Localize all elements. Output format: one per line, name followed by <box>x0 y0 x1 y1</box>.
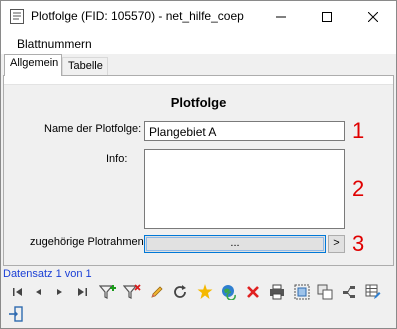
plotrahmen-label: zugehörige Plotrahmen: <box>30 236 147 248</box>
info-label: Info: <box>106 153 128 165</box>
next-record-icon[interactable] <box>51 283 69 301</box>
tab-allgemein[interactable]: Allgemein <box>4 54 62 76</box>
copy-icon[interactable] <box>316 283 334 301</box>
tab-tabelle[interactable]: Tabelle <box>62 57 108 76</box>
tab-strip: Allgemein Tabelle <box>1 54 396 76</box>
title-bar[interactable]: Plotfolge (FID: 105570) - net_hilfe_coep <box>1 1 396 32</box>
focus-ring <box>146 237 324 251</box>
plotrahmen-select-button[interactable]: ... <box>144 235 326 253</box>
dialog-window: Plotfolge (FID: 105570) - net_hilfe_coep… <box>0 0 397 329</box>
edit-pencil-icon[interactable] <box>148 283 166 301</box>
annotation-1: 1 <box>352 118 365 143</box>
table-edit-icon[interactable] <box>364 283 382 301</box>
plotrahmen-open-button[interactable]: > <box>328 235 345 253</box>
select-frame-icon[interactable] <box>293 283 311 301</box>
navigation-toolbar <box>3 281 394 303</box>
maximize-icon <box>322 11 332 22</box>
add-filter-icon[interactable] <box>99 283 117 301</box>
last-record-icon[interactable] <box>73 283 91 301</box>
form-heading: Plotfolge <box>170 95 227 110</box>
name-label: Name der Plotfolge: <box>44 123 142 135</box>
minimize-button[interactable] <box>258 1 304 32</box>
form-area: Plotfolge Name der Plotfolge: Plangebiet… <box>4 84 393 265</box>
remove-filter-icon[interactable] <box>123 283 141 301</box>
record-status: Datensatz 1 von 1 <box>3 268 92 280</box>
annotation-3: 3 <box>352 231 365 256</box>
new-record-icon[interactable] <box>196 283 214 301</box>
menu-bar: Blattnummern <box>1 32 396 54</box>
menu-item-blattnummern[interactable]: Blattnummern <box>17 37 92 51</box>
annotation-2: 2 <box>352 176 365 201</box>
minimize-icon <box>276 16 286 17</box>
refresh-icon[interactable] <box>171 283 189 301</box>
maximize-button[interactable] <box>304 1 350 32</box>
globe-refresh-icon[interactable] <box>220 283 238 301</box>
close-icon <box>368 11 378 22</box>
first-record-icon[interactable] <box>9 283 27 301</box>
info-textarea[interactable] <box>144 149 345 229</box>
secondary-toolbar <box>3 303 394 325</box>
print-icon[interactable] <box>268 283 286 301</box>
form-app-icon <box>10 9 24 24</box>
close-button[interactable] <box>350 1 396 32</box>
tab-panel: Plotfolge Name der Plotfolge: Plangebiet… <box>3 75 394 266</box>
merge-icon[interactable] <box>340 283 358 301</box>
exit-icon[interactable] <box>7 305 25 323</box>
delete-icon[interactable] <box>244 283 262 301</box>
window-title: Plotfolge (FID: 105570) - net_hilfe_coep <box>31 9 244 23</box>
previous-record-icon[interactable] <box>29 283 47 301</box>
name-input[interactable]: Plangebiet A <box>144 121 345 141</box>
